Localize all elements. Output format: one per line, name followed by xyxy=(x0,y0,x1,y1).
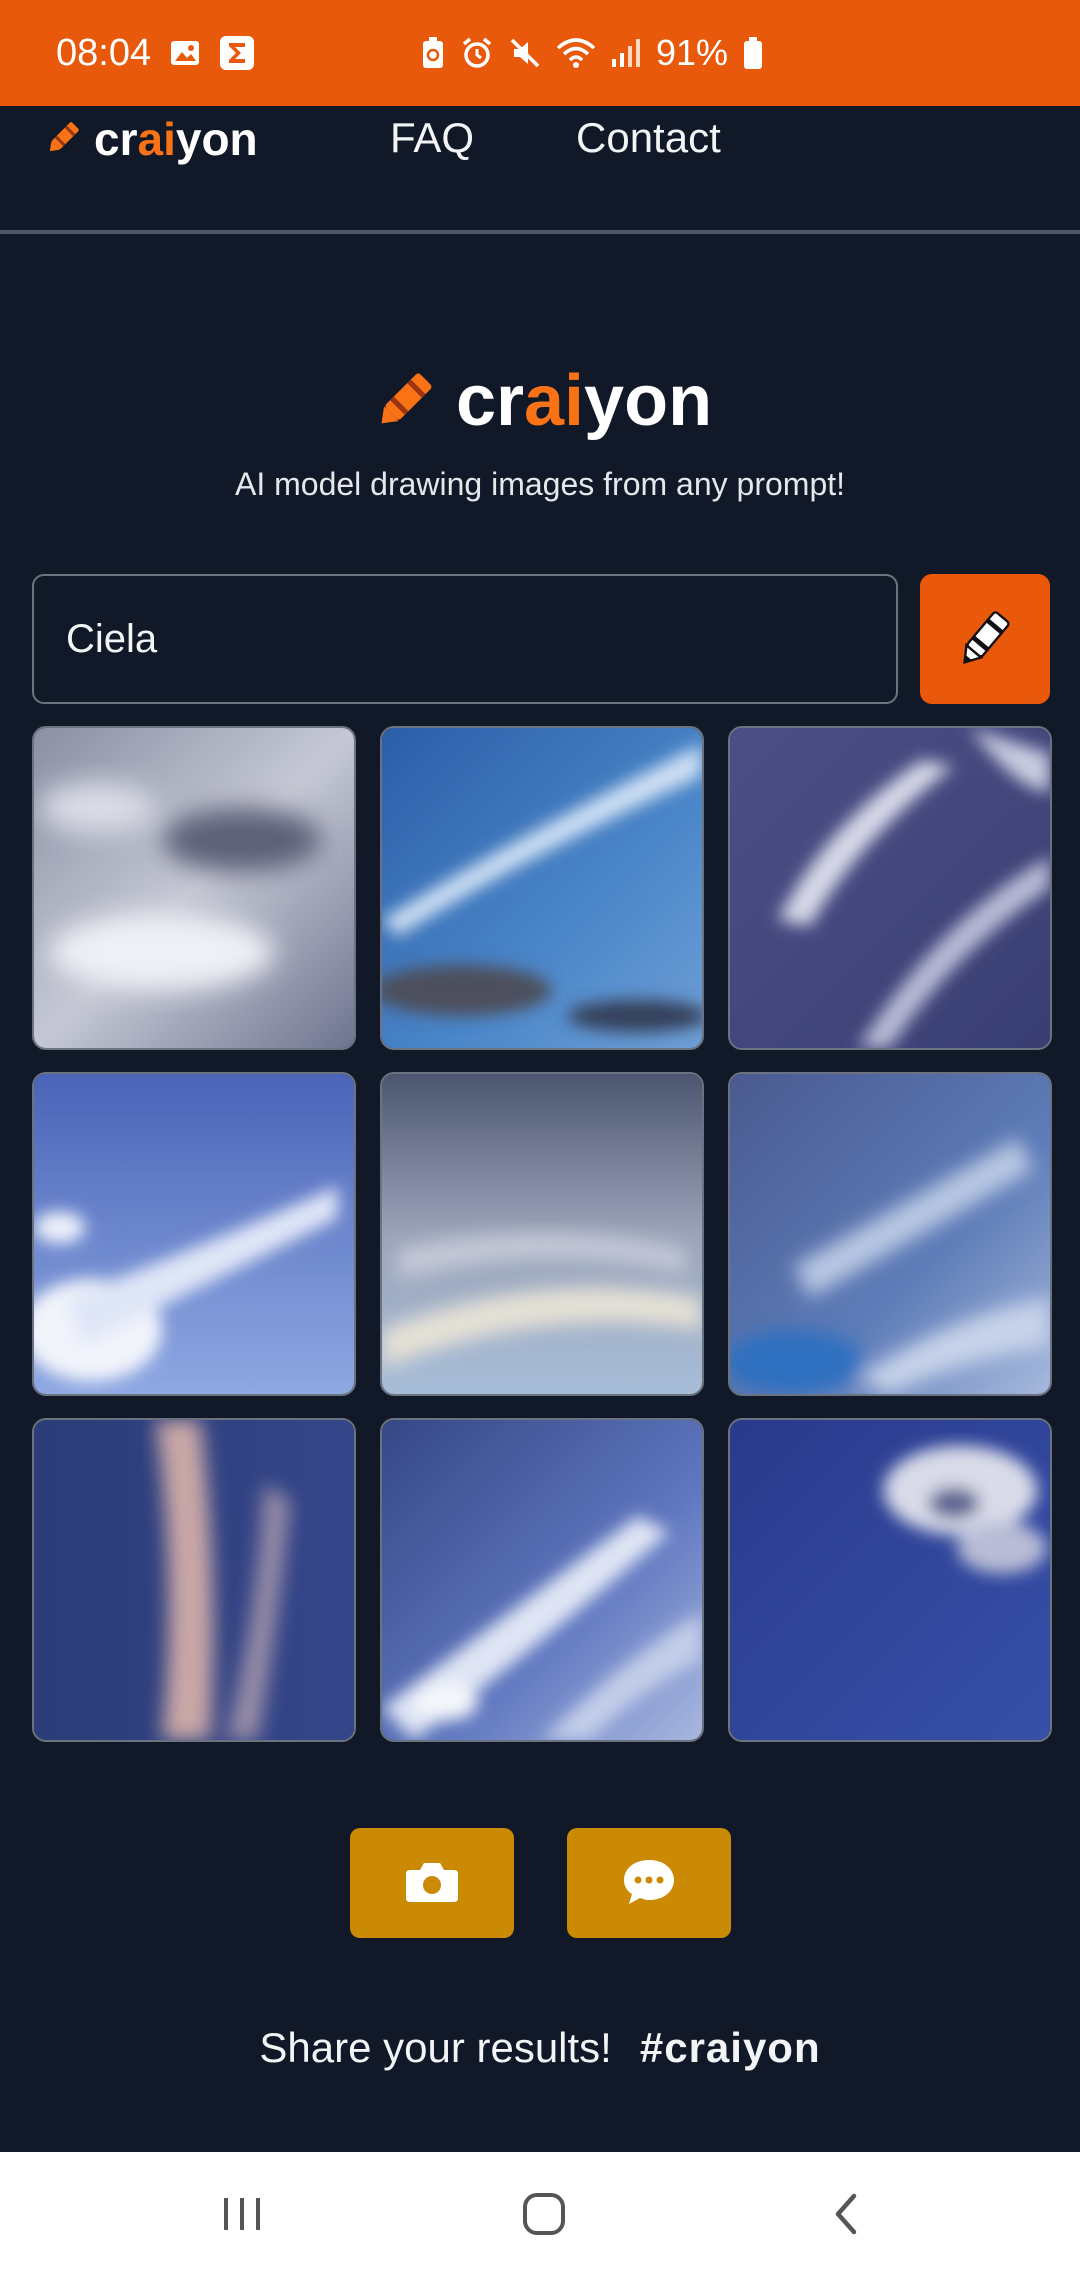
status-bar: 08:04 91% xyxy=(0,0,1080,106)
result-image[interactable] xyxy=(380,1072,704,1396)
home-button[interactable] xyxy=(474,2152,614,2280)
sky-clouds-image-8 xyxy=(382,1420,702,1740)
hero-logo: craiyon xyxy=(0,360,1080,442)
status-left: 08:04 xyxy=(56,32,255,75)
recents-button[interactable] xyxy=(172,2152,312,2280)
result-image[interactable] xyxy=(380,1418,704,1742)
nav-link-contact[interactable]: Contact xyxy=(576,114,721,162)
home-icon xyxy=(520,2190,568,2243)
sky-clouds-image-4 xyxy=(34,1074,354,1394)
sky-clouds-image-9 xyxy=(730,1420,1050,1740)
result-image[interactable] xyxy=(728,1072,1052,1396)
recents-icon xyxy=(220,2194,264,2239)
image-grid xyxy=(32,726,1052,1742)
prompt-input[interactable] xyxy=(32,574,898,704)
system-nav-bar xyxy=(0,2152,1080,2280)
crayon-logo-icon xyxy=(368,361,444,442)
gallery-icon xyxy=(169,37,201,69)
result-image[interactable] xyxy=(728,726,1052,1050)
mute-icon xyxy=(508,36,542,70)
crayon-logo-icon xyxy=(42,115,86,164)
sky-clouds-image-1 xyxy=(34,728,354,1048)
result-image[interactable] xyxy=(32,1418,356,1742)
tagline: AI model drawing images from any prompt! xyxy=(234,466,846,502)
result-image[interactable] xyxy=(380,726,704,1050)
hero-logo-text: craiyon xyxy=(455,361,713,441)
sky-clouds-image-3 xyxy=(730,728,1050,1048)
sigma-icon xyxy=(219,35,255,71)
battery-percent: 91% xyxy=(655,32,728,73)
top-nav: craiyon FAQ Contact xyxy=(0,106,1080,234)
result-image[interactable] xyxy=(32,1072,356,1396)
back-button[interactable] xyxy=(776,2152,916,2280)
sky-clouds-image-5 xyxy=(382,1074,702,1394)
battery-saver-icon xyxy=(420,36,446,70)
nav-logo-text: craiyon xyxy=(94,113,258,165)
sky-clouds-image-6 xyxy=(730,1074,1050,1394)
crayon-icon xyxy=(950,603,1020,676)
feedback-button[interactable] xyxy=(567,1828,731,1938)
battery-icon xyxy=(742,36,764,70)
nav-link-faq[interactable]: FAQ xyxy=(390,114,474,162)
result-image[interactable] xyxy=(728,1418,1052,1742)
share-line: Share your results! #craiyon xyxy=(0,2024,1080,2072)
chat-bubble-icon xyxy=(621,1857,677,1910)
screenshot-button[interactable] xyxy=(350,1828,514,1938)
back-icon xyxy=(826,2190,866,2243)
share-text: Share your results! xyxy=(259,2024,612,2071)
sky-clouds-image-7 xyxy=(34,1420,354,1740)
draw-button[interactable] xyxy=(920,574,1050,704)
sky-clouds-image-2 xyxy=(382,728,702,1048)
result-image[interactable] xyxy=(32,726,356,1050)
camera-icon xyxy=(404,1858,460,1909)
share-hashtag[interactable]: #craiyon xyxy=(640,2024,821,2071)
status-right: 91% xyxy=(420,32,764,74)
signal-icon xyxy=(610,37,642,69)
wifi-icon xyxy=(556,36,596,70)
nav-logo[interactable]: craiyon xyxy=(42,112,258,166)
alarm-icon xyxy=(460,36,494,70)
status-time: 08:04 xyxy=(56,31,152,74)
